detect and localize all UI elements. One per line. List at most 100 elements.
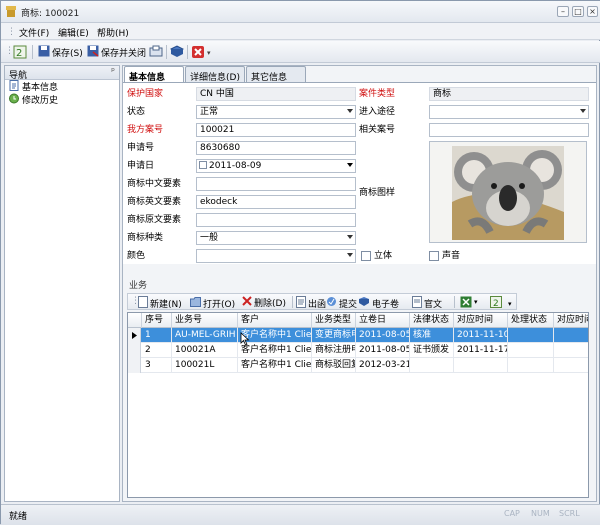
nav-item-basic-info[interactable]: 基本信息	[5, 79, 119, 94]
open-icon	[190, 296, 201, 310]
protect-country-field: CN 中国	[196, 87, 356, 101]
app-no-label: 申请号	[127, 143, 155, 153]
document-icon	[9, 79, 19, 94]
grid-corner	[128, 313, 142, 328]
excel-icon[interactable]	[460, 296, 472, 311]
save-button[interactable]: 保存(S)	[36, 44, 85, 60]
table-cell: 变更商标申	[312, 328, 356, 343]
column-header[interactable]: 业务类型	[312, 313, 356, 328]
status-text: 就绪	[9, 512, 28, 522]
nav-item-change-history[interactable]: 修改历史	[5, 93, 119, 106]
table-cell: 客户名称中1 Clie	[238, 358, 312, 373]
maximize-button[interactable]: □	[572, 6, 584, 17]
table-cell: 2011-08-05	[356, 328, 410, 343]
tab-detail-info[interactable]: 详细信息(D)	[185, 66, 245, 83]
grid-header: 序号 业务号 客户 业务类型 立卷日 法律状态 对应时间 处理状态 对应时间	[128, 313, 588, 328]
toolbar-overflow-icon[interactable]: ▾	[508, 300, 512, 308]
orig-element-field[interactable]	[196, 213, 356, 227]
business-grid: 序号 业务号 客户 业务类型 立卷日 法律状态 对应时间 处理状态 对应时间 1…	[127, 312, 589, 498]
en-element-field[interactable]: ekodeck	[196, 195, 356, 209]
outgoing-letter-button[interactable]: 出函	[296, 296, 326, 311]
app-date-picker[interactable]: 2011-08-09	[196, 159, 356, 173]
delete-icon[interactable]	[191, 45, 205, 62]
trademark-image[interactable]	[429, 141, 587, 243]
tm-type-select[interactable]: 一般	[196, 231, 356, 245]
column-header[interactable]: 法律状态	[410, 313, 454, 328]
tab-basic-info[interactable]: 基本信息(B)	[124, 66, 184, 93]
table-cell: 商标驳回复	[312, 358, 356, 373]
application-window: 商标: 100021 – □ × ⋮ 文件(F) 编辑(E) 帮助(H) ⋮ 2…	[0, 0, 600, 525]
save-close-button[interactable]: 保存并关闭	[85, 44, 148, 60]
menu-help[interactable]: 帮助(H)	[97, 26, 129, 39]
our-ref-label: 我方案号	[127, 125, 164, 135]
our-ref-field[interactable]: 100021	[196, 123, 356, 137]
menu-edit[interactable]: 编辑(E)	[58, 26, 89, 39]
table-cell	[554, 328, 588, 343]
color-select[interactable]	[196, 249, 356, 263]
minimize-button[interactable]: –	[557, 6, 569, 17]
column-header[interactable]: 立卷日	[356, 313, 410, 328]
sound-checkbox[interactable]	[429, 251, 439, 261]
menu-file[interactable]: 文件(F)	[19, 26, 49, 39]
column-header[interactable]: 对应时间	[554, 313, 588, 328]
date-enable-checkbox[interactable]	[199, 161, 207, 169]
new-business-button[interactable]: 新建(N)	[138, 296, 182, 311]
save-icon	[38, 45, 50, 60]
official-doc-button[interactable]: 官文	[412, 296, 442, 311]
table-row[interactable]: 3 100021L 客户名称中1 Clie 商标驳回复 2012-03-21	[128, 358, 588, 373]
window-title: 商标: 100021	[21, 9, 80, 19]
solid-checkbox[interactable]	[361, 251, 371, 261]
print-icon[interactable]	[149, 45, 163, 62]
app-no-field[interactable]: 8630680	[196, 141, 356, 155]
submit-button[interactable]: 提交	[326, 296, 357, 310]
main-toolbar: ⋮ 2 保存(S) 保存并关闭 ▾	[1, 41, 600, 63]
status-select[interactable]: 正常	[196, 105, 356, 119]
pin-icon[interactable]: ᵖ	[111, 67, 115, 77]
table-cell: 3	[142, 358, 172, 373]
e-file-button[interactable]: 电子卷	[358, 296, 399, 310]
related-ref-field[interactable]	[429, 123, 589, 137]
chevron-down-icon	[580, 109, 586, 113]
column-header[interactable]: 客户	[238, 313, 312, 328]
row-indicator	[128, 343, 141, 358]
protect-country-label: 保护国家	[127, 89, 164, 99]
table-cell	[554, 358, 588, 373]
column-header[interactable]: 对应时间	[454, 313, 508, 328]
chevron-down-icon	[347, 163, 353, 167]
channel-select[interactable]	[429, 105, 589, 119]
book-icon[interactable]	[169, 45, 185, 62]
refresh-icon[interactable]: 2	[490, 296, 502, 311]
history-icon	[9, 93, 19, 107]
table-cell	[508, 343, 554, 358]
close-button[interactable]: ×	[587, 6, 598, 17]
table-cell: 2011-08-05	[356, 343, 410, 358]
caps-indicator: CAP	[504, 509, 520, 518]
table-cell: 2011-11-10	[454, 328, 508, 343]
svg-text:2: 2	[16, 48, 22, 59]
delete-business-button[interactable]: 删除(D)	[242, 296, 286, 309]
toolbar-separator	[187, 45, 188, 59]
table-row[interactable]: 1 AU-MEL-GRIH 客户名称中1 Clie 变更商标申 2011-08-…	[128, 328, 588, 343]
case-type-label: 案件类型	[359, 89, 396, 99]
tm-type-label: 商标种类	[127, 233, 164, 243]
pattern-label: 商标图样	[359, 188, 396, 198]
table-cell	[410, 358, 454, 373]
toolbar-overflow-icon[interactable]: ▾	[207, 49, 211, 57]
chevron-down-icon[interactable]: ▾	[474, 298, 478, 306]
scroll-indicator: SCRL	[559, 509, 580, 518]
tab-other-info[interactable]: 其它信息(O)	[246, 66, 306, 93]
table-cell: 2	[142, 343, 172, 358]
open-business-button[interactable]: 打开(O)	[190, 296, 235, 310]
column-header[interactable]: 处理状态	[508, 313, 554, 328]
column-header[interactable]: 序号	[142, 313, 172, 328]
table-cell: 1	[142, 328, 172, 343]
column-header[interactable]: 业务号	[172, 313, 238, 328]
table-cell: 100021L	[172, 358, 238, 373]
cn-element-label: 商标中文要素	[127, 179, 182, 189]
channel-label: 进入途径	[359, 107, 396, 117]
refresh-icon[interactable]: 2	[13, 45, 27, 62]
table-row[interactable]: 2 100021A 客户名称中1 Clie 商标注册申 2011-08-05 证…	[128, 343, 588, 358]
cn-element-field[interactable]	[196, 177, 356, 191]
svg-text:2: 2	[493, 299, 499, 308]
menu-grip-icon: ⋮	[7, 27, 16, 37]
